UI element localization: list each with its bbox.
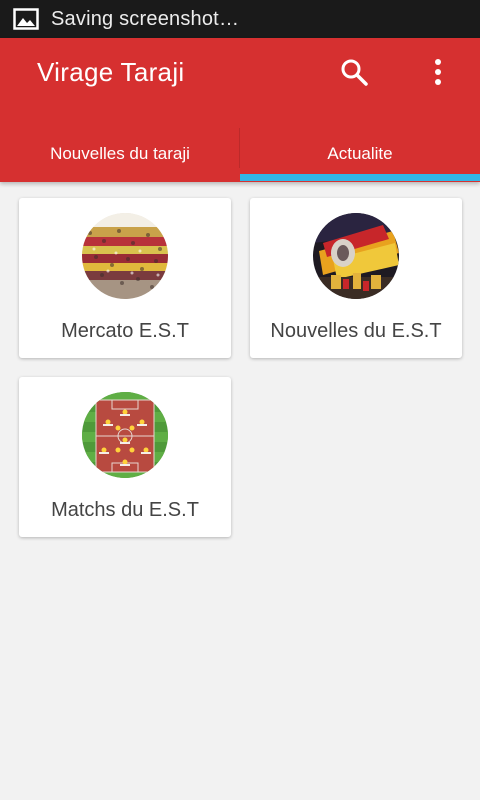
status-bar: Saving screenshot… — [0, 0, 480, 38]
more-vert-icon — [434, 58, 442, 91]
card-label: Mercato E.S.T — [61, 320, 189, 342]
status-text: Saving screenshot… — [51, 7, 240, 30]
card-nouvelles[interactable]: Nouvelles du E.S.T — [250, 198, 462, 358]
fans-tifo-thumbnail — [313, 213, 399, 299]
search-button[interactable] — [336, 56, 372, 92]
tab-nouvelles-du-taraji[interactable]: Nouvelles du taraji — [0, 126, 240, 182]
tab-label: Nouvelles du taraji — [50, 144, 190, 163]
card-label: Matchs du E.S.T — [51, 499, 199, 521]
lineup-pitch-thumbnail — [82, 392, 168, 478]
tab-selected-indicator — [240, 174, 480, 181]
overflow-menu-button[interactable] — [424, 56, 452, 92]
search-icon — [340, 58, 368, 91]
card-label: Nouvelles du E.S.T — [270, 320, 442, 342]
image-icon — [13, 8, 39, 30]
app-bar: Virage Taraji Nouvelles du taraji Actual… — [0, 38, 480, 182]
crowd-stands-thumbnail — [82, 213, 168, 299]
app-title: Virage Taraji — [37, 57, 185, 87]
card-matchs[interactable]: Matchs du E.S.T — [19, 377, 231, 537]
tab-label: Actualite — [327, 144, 393, 163]
card-mercato[interactable]: Mercato E.S.T — [19, 198, 231, 358]
tab-divider — [239, 128, 240, 168]
